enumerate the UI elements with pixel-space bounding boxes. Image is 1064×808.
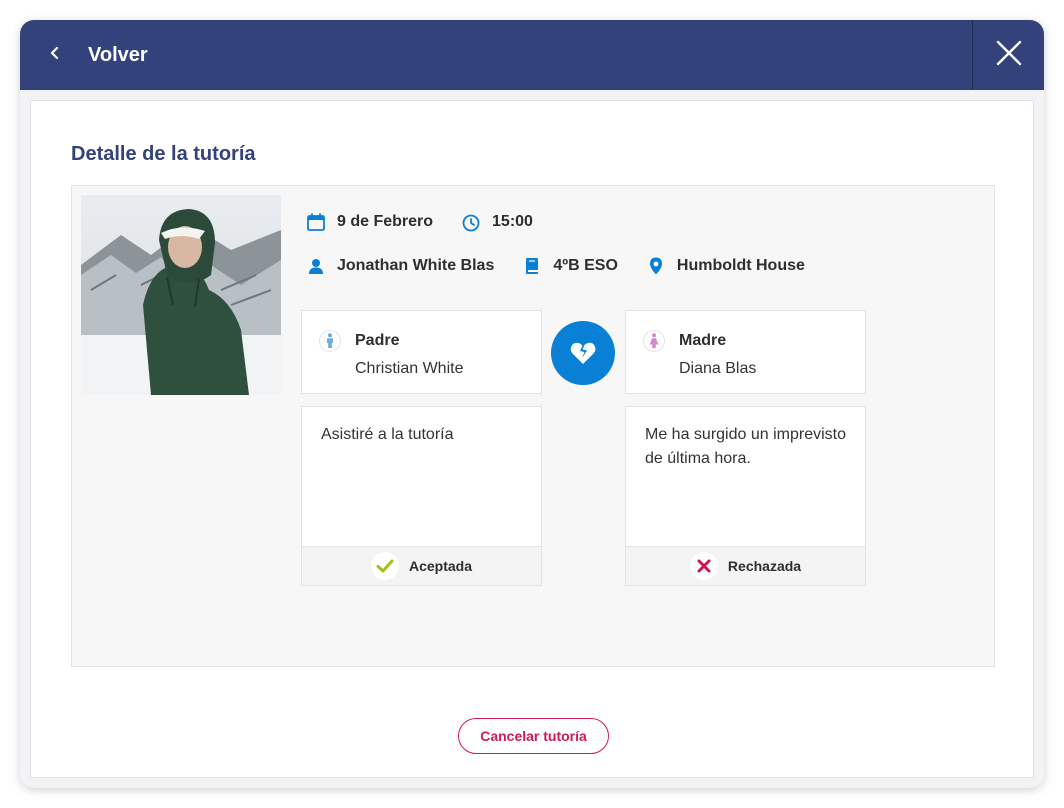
student-name: Jonathan White Blas [337, 257, 495, 274]
course-item: 4ºB ESO [522, 256, 618, 276]
mother-role: Madre [679, 332, 727, 349]
back-button[interactable]: Volver [44, 20, 148, 90]
student-photo [81, 195, 281, 395]
male-icon [319, 330, 341, 352]
student-info-row: Jonathan White Blas 4ºB ESO Humboldt Hou… [306, 256, 833, 276]
cancel-tutoring-button[interactable]: Cancelar tutoría [458, 718, 609, 754]
close-icon [996, 40, 1022, 71]
location-pin-icon [646, 256, 666, 276]
check-icon [370, 552, 399, 580]
father-response-card: Asistiré a la tutoría Aceptada [301, 406, 542, 586]
mother-card: Madre Diana Blas [625, 310, 866, 394]
time-item: 15:00 [461, 212, 533, 232]
location-text: Humboldt House [676, 257, 805, 274]
mother-response-card: Me ha surgido un imprevisto de última ho… [625, 406, 866, 586]
date-time-row: 9 de Febrero 15:00 [306, 212, 561, 232]
father-status: Aceptada [302, 546, 541, 585]
student-item: Jonathan White Blas [306, 256, 494, 276]
user-icon [306, 256, 326, 276]
clock-icon [461, 212, 481, 232]
mother-status: Rechazada [626, 546, 865, 585]
chevron-left-icon [44, 42, 66, 69]
father-message: Asistiré a la tutoría [321, 426, 454, 443]
cross-icon [689, 552, 718, 580]
close-button[interactable] [972, 20, 1044, 90]
broken-heart-icon [551, 321, 615, 385]
modal-content: Detalle de la tutoría 9 de Febrero 15:00… [30, 100, 1034, 778]
back-label: Volver [88, 43, 148, 66]
modal-header: Volver [20, 20, 1044, 90]
date-item: 9 de Febrero [306, 212, 433, 232]
tutoring-detail-panel: 9 de Febrero 15:00 Jonathan White Blas 4… [71, 185, 995, 667]
calendar-icon [306, 212, 326, 232]
father-role: Padre [355, 332, 400, 349]
page-title: Detalle de la tutoría [71, 143, 256, 165]
mother-status-label: Rechazada [727, 558, 802, 574]
father-card: Padre Christian White [301, 310, 542, 394]
course-text: 4ºB ESO [553, 257, 618, 274]
father-name: Christian White [355, 360, 464, 377]
mother-name: Diana Blas [679, 360, 757, 377]
date-text: 9 de Febrero [337, 213, 434, 230]
tutoring-modal: Volver Detalle de la tutoría 9 de Febrer… [20, 20, 1044, 788]
location-item: Humboldt House [646, 256, 805, 276]
time-text: 15:00 [492, 213, 533, 230]
female-icon [643, 330, 665, 352]
book-icon [522, 256, 542, 276]
mother-message: Me ha surgido un imprevisto de última ho… [645, 426, 846, 467]
father-status-label: Aceptada [408, 558, 473, 574]
